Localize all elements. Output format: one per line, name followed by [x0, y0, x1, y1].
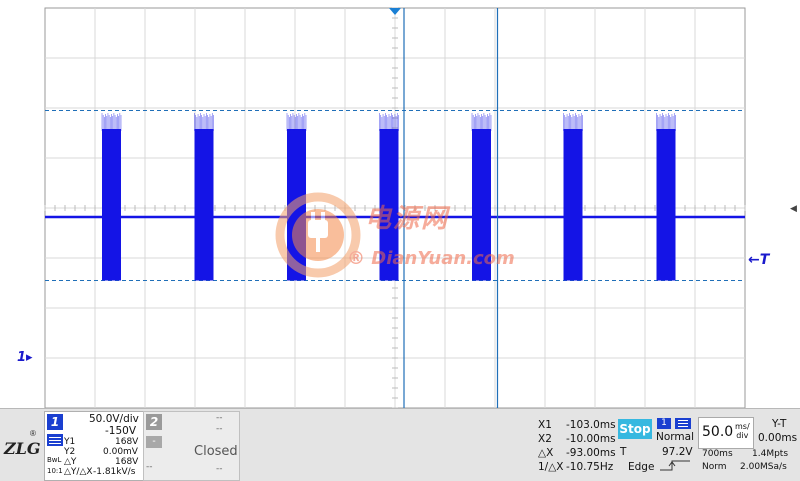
ch1-offset: -150V — [105, 425, 137, 437]
cursor-dx-value: -93.00ms — [566, 447, 616, 459]
ch1-scale: 50.0V/div — [89, 413, 139, 425]
channel2-panel[interactable]: 2 -- -- - Closed -- -- — [143, 411, 240, 481]
watermark-chinese-text: 电源网 — [365, 204, 450, 234]
timebase-control[interactable]: 50.0 ms/div — [698, 417, 754, 449]
acquisition-mode[interactable]: Norm — [702, 462, 727, 472]
cursor-inv-value: -10.75Hz — [566, 461, 614, 473]
rising-edge-icon — [660, 460, 690, 471]
ch1-dydx-label: △Y/△X — [64, 467, 93, 477]
ch1-coupling: BwL — [47, 456, 62, 464]
cursor-readout: X1 -103.0ms X2 -10.00ms △X -93.00ms 1/△X… — [536, 413, 616, 479]
cursor-x1-label: X1 — [538, 419, 552, 431]
burst-body — [102, 129, 121, 281]
ch2-extra-right: -- — [216, 464, 223, 474]
channel2-badge[interactable]: 2 — [146, 414, 162, 430]
channel1-panel[interactable]: 1 50.0V/div -150V Y1 168V Y2 0.00mV BwL … — [44, 411, 144, 481]
watermark: 电源网 ® DianYuan.com — [275, 192, 545, 282]
trigger-coupling-icon — [675, 418, 691, 429]
trigger-t-label: T — [620, 446, 627, 458]
ch1-y1-label: Y1 — [64, 437, 76, 447]
trigger-level-marker[interactable]: ←T — [748, 252, 769, 268]
ch2-offset: -- — [216, 424, 223, 434]
chevron-left-icon[interactable]: ◀ — [790, 204, 797, 214]
ch1-dydx-value: -1.81kV/s — [93, 467, 136, 477]
memory-points: 1.4Mpts — [752, 449, 789, 459]
display-mode[interactable]: Y-T — [772, 418, 786, 430]
cursor-x1-value: -103.0ms — [566, 419, 616, 431]
measure-icon — [47, 434, 63, 446]
ch1-ground-marker[interactable]: 1▸ — [17, 350, 33, 365]
burst-body — [194, 129, 214, 281]
ch1-dy-label: △Y — [64, 457, 77, 467]
ch1-y2-value: 0.00mV — [103, 447, 138, 457]
trigger-type: Edge — [628, 461, 655, 473]
ch1-y1-value: 168V — [115, 437, 139, 447]
cursor-x2-value: -10.00ms — [566, 433, 616, 445]
ch1-y2-label: Y2 — [64, 447, 76, 457]
burst-body — [656, 129, 676, 281]
run-stop-button[interactable]: Stop — [618, 419, 652, 439]
ch2-extra-left: -- — [146, 462, 153, 472]
status-panel: ZLG ® 1 50.0V/div -150V Y1 168V Y2 0.00m… — [0, 408, 800, 481]
brand-logo: ZLG ® — [0, 409, 44, 481]
watermark-english-text: ® DianYuan.com — [347, 248, 515, 269]
memory-duration: 700ms — [702, 449, 733, 459]
cursor-inv-label: 1/△X — [538, 461, 564, 473]
ch2-measure-icon: - — [146, 436, 162, 448]
sample-rate: 2.00MSa/s — [740, 462, 787, 472]
timebase-value: 50.0 — [702, 424, 734, 440]
channel1-badge[interactable]: 1 — [47, 414, 63, 430]
trigger-delay: 0.00ms — [758, 432, 798, 444]
ch2-status: Closed — [194, 444, 238, 459]
zlg-logo-text: ZLG — [4, 439, 41, 458]
cursor-x2-label: X2 — [538, 433, 552, 445]
ch2-scale: -- — [216, 413, 223, 423]
registered-mark: ® — [30, 429, 36, 438]
waveform-display[interactable]: 电源网 ® DianYuan.com 1▸ ←T ◀ — [0, 0, 800, 408]
cursor-dx-label: △X — [538, 447, 554, 459]
trigger-level: 97.2V — [662, 446, 693, 458]
trigger-mode[interactable]: Normal — [656, 431, 694, 443]
timebase-unit: ms/div — [735, 422, 750, 440]
burst-body — [563, 129, 583, 281]
trigger-source-badge[interactable]: 1 — [657, 418, 671, 429]
ch1-dy-value: 168V — [115, 457, 139, 467]
ch1-probe-ratio: 10:1 — [47, 467, 63, 475]
